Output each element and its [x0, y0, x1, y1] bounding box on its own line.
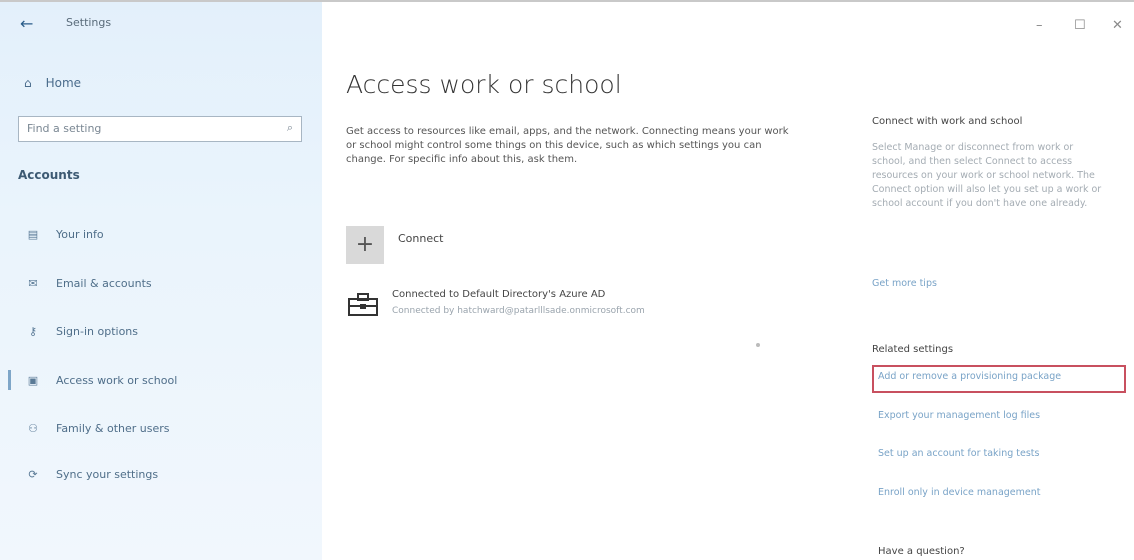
sidebar-item-access-work-school[interactable]: ▣ Access work or school — [0, 366, 322, 394]
sidebar-item-label: Sync your settings — [56, 467, 159, 481]
person-card-icon: ▤ — [27, 227, 39, 241]
sidebar-item-sign-in-options[interactable]: ⚷ Sign-in options — [0, 317, 322, 345]
active-indicator — [8, 370, 11, 390]
sidebar-home[interactable]: ⌂ Home — [24, 76, 81, 90]
minimize-icon[interactable]: – — [1036, 18, 1043, 33]
account-subtitle: Connected by hatchward@patarlllsade.onmi… — [392, 306, 645, 316]
page-title: Access work or school — [346, 70, 622, 99]
get-more-tips-link[interactable]: Get more tips — [872, 278, 937, 289]
page-description: Get access to resources like email, apps… — [346, 126, 789, 165]
home-label: Home — [45, 76, 82, 90]
sidebar-item-email-accounts[interactable]: ✉ Email & accounts — [0, 269, 322, 297]
test-account-link[interactable]: Set up an account for taking tests — [878, 448, 1039, 459]
back-arrow-icon[interactable]: ← — [20, 14, 33, 33]
account-title[interactable]: Connected to Default Directory's Azure A… — [392, 289, 605, 300]
mouse-cursor — [756, 343, 760, 347]
sidebar-item-label: Family & other users — [56, 421, 170, 435]
maximize-icon[interactable]: ☐ — [1074, 18, 1086, 33]
app-title: Settings — [66, 16, 112, 29]
section-heading-accounts: Accounts — [18, 168, 80, 182]
connect-heading: Connect with work and school — [872, 116, 1023, 127]
question-heading: Have a question? — [878, 546, 965, 557]
device-management-link[interactable]: Enroll only in device management — [878, 487, 1041, 498]
search-input[interactable]: Find a setting ⌕ — [18, 116, 302, 142]
sidebar-item-family-users[interactable]: ⚇ Family & other users — [0, 414, 322, 442]
sidebar-item-sync-settings[interactable]: ⟳ Sync your settings — [0, 460, 322, 488]
related-settings-heading: Related settings — [872, 344, 954, 355]
mail-icon: ✉ — [28, 276, 38, 290]
sidebar: ← Settings ⌂ Home Find a setting ⌕ Accou… — [0, 2, 322, 560]
sidebar-item-label: Your info — [56, 227, 104, 241]
briefcase-icon — [348, 293, 378, 316]
sidebar-item-label: Email & accounts — [56, 276, 152, 290]
sidebar-item-your-info[interactable]: ▤ Your info — [0, 220, 322, 248]
connect-label[interactable]: Connect — [398, 232, 443, 245]
key-icon: ⚷ — [28, 324, 38, 338]
export-logs-link[interactable]: Export your management log files — [878, 410, 1040, 421]
search-placeholder: Find a setting — [27, 122, 102, 135]
sync-icon: ⟳ — [28, 467, 38, 481]
close-icon[interactable]: ✕ — [1112, 18, 1123, 33]
connect-help-text: Select Manage or disconnect from work or… — [872, 142, 1102, 209]
provisioning-package-link[interactable]: Add or remove a provisioning package — [878, 371, 1061, 382]
people-icon: ⚇ — [28, 421, 38, 435]
home-icon: ⌂ — [24, 76, 32, 90]
search-icon[interactable]: ⌕ — [287, 121, 293, 135]
connect-button[interactable]: + — [346, 226, 384, 264]
plus-icon: + — [355, 232, 375, 257]
sidebar-item-label: Sign-in options — [56, 324, 139, 338]
sidebar-item-label: Access work or school — [56, 373, 178, 387]
briefcase-icon: ▣ — [27, 373, 39, 387]
